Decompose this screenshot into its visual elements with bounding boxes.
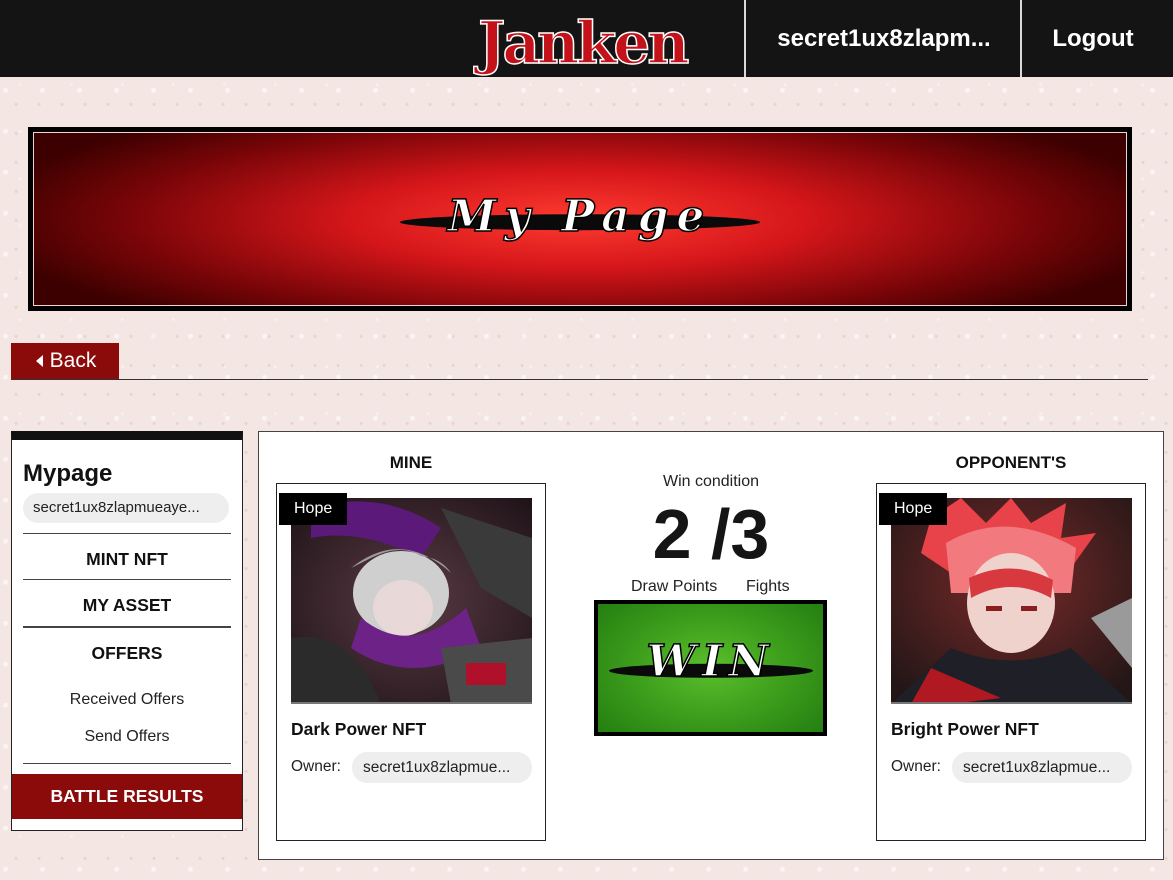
divider — [11, 379, 1148, 380]
sidebar-divider — [23, 626, 231, 628]
nft-name: Bright Power NFT — [891, 719, 1039, 739]
sidebar-divider — [23, 763, 231, 764]
sidebar-item-received-offers[interactable]: Received Offers — [23, 691, 231, 709]
sidebar-item-my-asset[interactable]: MY ASSET — [23, 595, 231, 616]
nft-artwork — [291, 498, 532, 702]
owner-address-pill: secret1ux8zlapmue... — [952, 752, 1132, 783]
opponent-nft-card[interactable]: Hope Bright Power NFT Owner: secret1ux8z… — [876, 483, 1146, 841]
owner-label: Owner: — [291, 758, 341, 775]
account-address: secret1ux8zlapm... — [777, 24, 991, 52]
header-divider — [744, 0, 746, 77]
win-condition-label: Win condition — [662, 473, 760, 490]
mine-heading: MINE — [389, 453, 433, 472]
sidebar-item-battle-results[interactable]: BATTLE RESULTS — [12, 774, 242, 819]
back-button[interactable]: Back — [11, 343, 119, 379]
account-button[interactable]: secret1ux8zlapm... — [747, 0, 1021, 77]
mypage-sidebar: Mypage secret1ux8zlapmueaye... MINT NFT … — [11, 431, 243, 831]
mine-nft-card[interactable]: Hope Dark Power NFT Owner: secret1ux8zla… — [276, 483, 546, 841]
nft-name: Dark Power NFT — [291, 719, 427, 739]
page-banner: My Page — [28, 127, 1132, 311]
wallet-address-pill: secret1ux8zlapmueaye... — [23, 493, 229, 523]
opponent-heading: OPPONENT'S — [955, 453, 1067, 472]
header-divider — [1020, 0, 1022, 77]
draw-points-label: Draw Points — [631, 578, 718, 595]
sidebar-item-offers[interactable]: OFFERS — [23, 643, 231, 664]
battle-result-panel: MINE OPPONENT'S Hope Dark Power NFT Owne… — [258, 431, 1164, 860]
sidebar-item-mint-nft[interactable]: MINT NFT — [23, 549, 231, 570]
sidebar-item-send-offers[interactable]: Send Offers — [23, 728, 231, 746]
top-navbar: Janken secret1ux8zlapm... Logout — [0, 0, 1173, 78]
nft-image — [291, 498, 532, 704]
nft-image — [891, 498, 1132, 704]
result-badge: WIN — [594, 600, 827, 736]
result-badge-background: WIN — [598, 604, 823, 732]
logout-button[interactable]: Logout — [1023, 0, 1163, 77]
sidebar-divider — [23, 579, 231, 580]
sidebar-title: Mypage — [23, 460, 113, 487]
rank-badge: Hope — [279, 493, 348, 525]
page-title: My Page — [447, 190, 713, 243]
back-label: Back — [49, 349, 97, 372]
caret-left-icon — [35, 355, 43, 367]
sidebar-divider — [23, 533, 231, 534]
banner-background: My Page — [33, 132, 1127, 306]
fights-label: Fights — [746, 578, 790, 595]
janken-logo[interactable]: Janken — [477, 8, 690, 78]
owner-label: Owner: — [891, 758, 941, 775]
rank-badge: Hope — [879, 493, 948, 525]
score-value: 2 /3 — [652, 495, 770, 573]
result-text: WIN — [646, 635, 775, 688]
nft-artwork — [891, 498, 1132, 702]
owner-address-pill: secret1ux8zlapmue... — [352, 752, 532, 783]
